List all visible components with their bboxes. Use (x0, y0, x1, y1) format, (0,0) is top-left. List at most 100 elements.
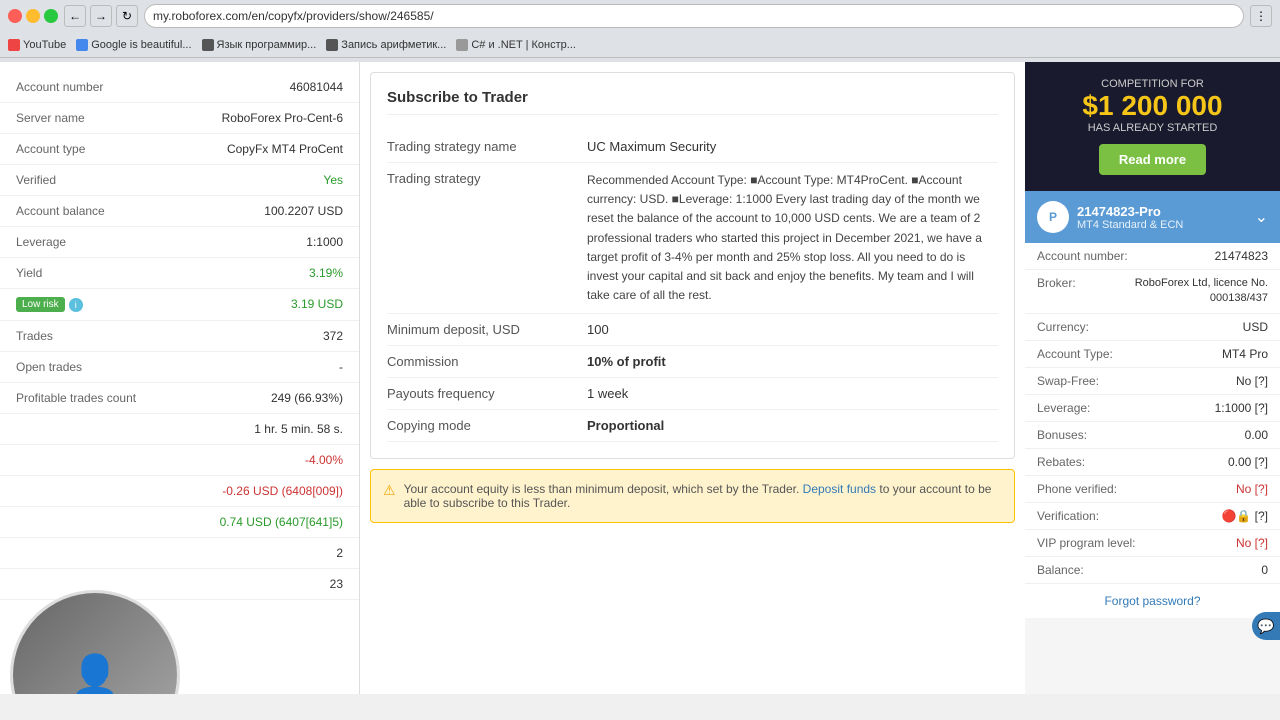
deposit-link[interactable]: Deposit funds (803, 482, 876, 496)
sidebar-row-time: 1 hr. 5 min. 58 s. (0, 414, 359, 445)
account-name: 21474823-Pro (1077, 204, 1247, 219)
bookmark-google[interactable]: Google is beautiful... (76, 39, 191, 51)
address-bar[interactable]: my.roboforex.com/en/copyfx/providers/sho… (144, 4, 1244, 28)
info-row-min-deposit: Minimum deposit, USD 100 (387, 314, 998, 346)
value-stat1: -4.00% (305, 453, 343, 467)
bookmark-lang-label: Язык программир... (217, 39, 317, 51)
value-copying-mode: Proportional (587, 418, 998, 433)
value-balance: 100.2207 USD (264, 204, 343, 218)
forgot-password-link[interactable]: Forgot password? (1025, 584, 1280, 618)
csharp-icon (456, 39, 468, 51)
dropdown-arrow-icon: ⌄ (1255, 207, 1268, 227)
detail-value-verification: 🔴🔒 [?] (1221, 509, 1268, 523)
url-text: my.roboforex.com/en/copyfx/providers/sho… (153, 9, 434, 23)
label-payouts: Payouts frequency (387, 386, 587, 401)
value-count2: 23 (330, 577, 343, 591)
account-selector[interactable]: P 21474823-Pro MT4 Standard & ECN ⌄ (1025, 191, 1280, 243)
detail-value-broker: RoboForex Ltd, licence No. 000138/437 (1076, 276, 1268, 307)
warning-text: Your account equity is less than minimum… (404, 482, 1002, 510)
account-type: MT4 Standard & ECN (1077, 219, 1247, 231)
detail-label-account-number: Account number: (1037, 249, 1128, 263)
value-strategy-name: UC Maximum Security (587, 139, 998, 154)
detail-value-currency: USD (1243, 320, 1268, 334)
detail-row-currency: Currency: USD (1025, 314, 1280, 341)
minimize-button[interactable] (26, 9, 40, 23)
sidebar-row-risk: Low risk i 3.19 USD (0, 289, 359, 321)
arith-icon (326, 39, 338, 51)
sidebar-row-count1: 2 (0, 538, 359, 569)
value-stat2: -0.26 USD (6408[009]) (222, 484, 343, 498)
sidebar-row-count2: 23 (0, 569, 359, 600)
label-trades: Trades (16, 329, 53, 343)
detail-row-leverage: Leverage: 1:1000 [?] (1025, 395, 1280, 422)
sidebar-row-stat1: -4.00% (0, 445, 359, 476)
read-more-button[interactable]: Read more (1099, 144, 1206, 175)
sidebar-row-yield: Yield 3.19% (0, 258, 359, 289)
detail-row-vip: VIP program level: No [?] (1025, 530, 1280, 557)
avatar: 👤 (10, 590, 180, 694)
sidebar-row-trades: Trades 372 (0, 321, 359, 352)
sidebar-row-account-type: Account type CopyFx MT4 ProCent (0, 134, 359, 165)
bookmark-csharp-label: C# и .NET | Констр... (471, 39, 576, 51)
sidebar-row-stat3: 0.74 USD (6407[641]5) (0, 507, 359, 538)
detail-row-phone-verified: Phone verified: No [?] (1025, 476, 1280, 503)
detail-label-bonuses: Bonuses: (1037, 428, 1087, 442)
info-row-payouts: Payouts frequency 1 week (387, 378, 998, 410)
label-server: Server name (16, 111, 85, 125)
sidebar-row-leverage: Leverage 1:1000 (0, 227, 359, 258)
chat-button[interactable]: 💬 (1252, 612, 1280, 640)
subscribe-title: Subscribe to Trader (387, 89, 998, 115)
avatar-placeholder: 👤 (13, 593, 177, 694)
back-button[interactable]: ← (64, 5, 86, 27)
detail-row-rebates: Rebates: 0.00 [?] (1025, 449, 1280, 476)
value-yield: 3.19% (309, 266, 343, 280)
ad-has-started: HAS ALREADY STARTED (1041, 122, 1264, 134)
extensions-button[interactable]: ⋮ (1250, 5, 1272, 27)
detail-label-swap-free: Swap-Free: (1037, 374, 1099, 388)
detail-label-acct-type: Account Type: (1037, 347, 1113, 361)
detail-row-swap-free: Swap-Free: No [?] (1025, 368, 1280, 395)
account-info: 21474823-Pro MT4 Standard & ECN (1077, 204, 1247, 231)
info-row-strategy-name: Trading strategy name UC Maximum Securit… (387, 131, 998, 163)
detail-value-account-number: 21474823 (1215, 249, 1268, 263)
sidebar-row-account-number: Account number 46081044 (0, 72, 359, 103)
low-risk-badge: Low risk (16, 297, 65, 312)
label-profitable: Profitable trades count (16, 391, 136, 405)
bookmark-youtube[interactable]: YouTube (8, 39, 66, 51)
bookmarks-bar: YouTube Google is beautiful... Язык прог… (0, 32, 1280, 58)
close-button[interactable] (8, 9, 22, 23)
bookmark-arith[interactable]: Запись арифметик... (326, 39, 446, 51)
detail-row-bonuses: Bonuses: 0.00 (1025, 422, 1280, 449)
label-leverage: Leverage (16, 235, 66, 249)
label-copying-mode: Copying mode (387, 418, 587, 433)
bookmark-lang[interactable]: Язык программир... (202, 39, 317, 51)
info-row-copying-mode: Copying mode Proportional (387, 410, 998, 442)
info-icon[interactable]: i (69, 298, 83, 312)
value-yield-usd: 3.19 USD (291, 297, 343, 311)
value-time: 1 hr. 5 min. 58 s. (254, 422, 343, 436)
bookmark-arith-label: Запись арифметик... (341, 39, 446, 51)
ad-amount: $1 200 000 (1041, 90, 1264, 122)
forward-button[interactable]: → (90, 5, 112, 27)
detail-value-phone-verified: No [?] (1236, 482, 1268, 496)
value-open-trades: - (339, 360, 343, 374)
info-row-strategy-desc: Trading strategy Recommended Account Typ… (387, 163, 998, 314)
main-content: Subscribe to Trader Trading strategy nam… (360, 62, 1025, 694)
detail-label-verification: Verification: (1037, 509, 1099, 523)
lang-icon (202, 39, 214, 51)
detail-value-vip: No [?] (1236, 536, 1268, 550)
detail-label-account-balance: Balance: (1037, 563, 1084, 577)
bookmark-csharp[interactable]: C# и .NET | Констр... (456, 39, 576, 51)
value-leverage: 1:1000 (306, 235, 343, 249)
label-strategy-desc: Trading strategy (387, 171, 587, 186)
maximize-button[interactable] (44, 9, 58, 23)
detail-label-phone-verified: Phone verified: (1037, 482, 1117, 496)
google-icon (76, 39, 88, 51)
label-strategy-name: Trading strategy name (387, 139, 587, 154)
youtube-icon (8, 39, 20, 51)
bookmark-youtube-label: YouTube (23, 39, 66, 51)
sidebar-row-verified: Verified Yes (0, 165, 359, 196)
reload-button[interactable]: ↻ (116, 5, 138, 27)
sidebar: Account number 46081044 Server name Robo… (0, 62, 360, 694)
label-balance: Account balance (16, 204, 105, 218)
